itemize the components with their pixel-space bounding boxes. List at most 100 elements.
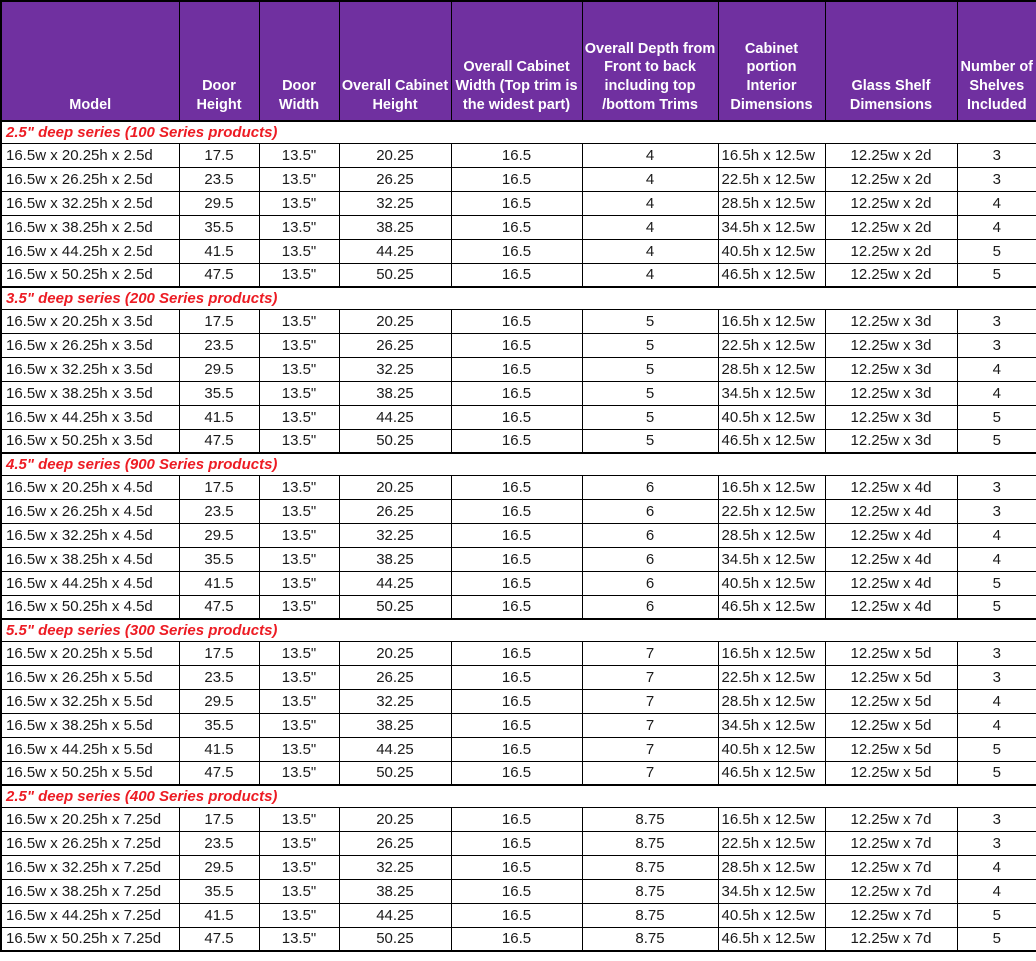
- cell: 5: [957, 263, 1036, 287]
- cell: 41.5: [179, 737, 259, 761]
- cell: 38.25: [339, 713, 451, 737]
- cell: 4: [957, 689, 1036, 713]
- table-row: 16.5w x 32.25h x 7.25d29.513.5"32.2516.5…: [1, 855, 1036, 879]
- cell: 16.5w x 26.25h x 2.5d: [1, 167, 179, 191]
- cell: 44.25: [339, 571, 451, 595]
- cell: 44.25: [339, 903, 451, 927]
- cell: 34.5h x 12.5w: [718, 547, 825, 571]
- cell: 8.75: [582, 927, 718, 951]
- cell: 16.5w x 20.25h x 3.5d: [1, 309, 179, 333]
- table-row: 16.5w x 26.25h x 5.5d23.513.5"26.2516.57…: [1, 665, 1036, 689]
- cell: 26.25: [339, 333, 451, 357]
- cell: 50.25: [339, 263, 451, 287]
- cell: 13.5": [259, 381, 339, 405]
- table-row: 16.5w x 20.25h x 3.5d17.513.5"20.2516.55…: [1, 309, 1036, 333]
- table-row: 16.5w x 32.25h x 5.5d29.513.5"32.2516.57…: [1, 689, 1036, 713]
- cell: 29.5: [179, 357, 259, 381]
- table-row: 16.5w x 32.25h x 3.5d29.513.5"32.2516.55…: [1, 357, 1036, 381]
- table-row: 16.5w x 26.25h x 3.5d23.513.5"26.2516.55…: [1, 333, 1036, 357]
- cell: 35.5: [179, 713, 259, 737]
- cell: 12.25w x 5d: [825, 761, 957, 785]
- cell: 16.5w x 26.25h x 5.5d: [1, 665, 179, 689]
- table-row: 16.5w x 50.25h x 4.5d47.513.5"50.2516.56…: [1, 595, 1036, 619]
- cell: 13.5": [259, 879, 339, 903]
- cell: 16.5: [451, 499, 582, 523]
- cell: 29.5: [179, 689, 259, 713]
- section-row: 2.5" deep series (400 Series products): [1, 785, 1036, 807]
- cell: 17.5: [179, 143, 259, 167]
- cell: 6: [582, 595, 718, 619]
- cell: 34.5h x 12.5w: [718, 215, 825, 239]
- table-header: Model Door Height Door Width Overall Cab…: [1, 1, 1036, 121]
- cell: 16.5w x 38.25h x 4.5d: [1, 547, 179, 571]
- cell: 16.5: [451, 831, 582, 855]
- cell: 17.5: [179, 309, 259, 333]
- cell: 28.5h x 12.5w: [718, 357, 825, 381]
- cell: 12.25w x 3d: [825, 357, 957, 381]
- cell: 46.5h x 12.5w: [718, 595, 825, 619]
- cell: 13.5": [259, 855, 339, 879]
- cell: 16.5: [451, 357, 582, 381]
- table-row: 16.5w x 44.25h x 4.5d41.513.5"44.2516.56…: [1, 571, 1036, 595]
- cell: 13.5": [259, 167, 339, 191]
- cell: 16.5: [451, 761, 582, 785]
- cell: 22.5h x 12.5w: [718, 333, 825, 357]
- cell: 12.25w x 2d: [825, 215, 957, 239]
- cell: 8.75: [582, 903, 718, 927]
- section-row: 4.5" deep series (900 Series products): [1, 453, 1036, 475]
- cell: 50.25: [339, 429, 451, 453]
- cell: 47.5: [179, 429, 259, 453]
- cell: 50.25: [339, 761, 451, 785]
- cell: 16.5h x 12.5w: [718, 807, 825, 831]
- cell: 32.25: [339, 689, 451, 713]
- table-body: 2.5" deep series (100 Series products)16…: [1, 121, 1036, 951]
- cell: 13.5": [259, 523, 339, 547]
- cell: 12.25w x 5d: [825, 689, 957, 713]
- cell: 16.5w x 32.25h x 7.25d: [1, 855, 179, 879]
- table-row: 16.5w x 38.25h x 3.5d35.513.5"38.2516.55…: [1, 381, 1036, 405]
- cell: 16.5: [451, 807, 582, 831]
- cell: 5: [582, 309, 718, 333]
- cell: 3: [957, 309, 1036, 333]
- cell: 23.5: [179, 831, 259, 855]
- cell: 22.5h x 12.5w: [718, 167, 825, 191]
- cabinet-spec-table: Model Door Height Door Width Overall Cab…: [0, 0, 1036, 952]
- cell: 35.5: [179, 879, 259, 903]
- cell: 16.5w x 26.25h x 4.5d: [1, 499, 179, 523]
- cell: 16.5h x 12.5w: [718, 641, 825, 665]
- cell: 16.5w x 50.25h x 5.5d: [1, 761, 179, 785]
- cell: 16.5: [451, 641, 582, 665]
- cell: 23.5: [179, 665, 259, 689]
- cell: 16.5w x 32.25h x 3.5d: [1, 357, 179, 381]
- column-header-door-height: Door Height: [179, 1, 259, 121]
- cell: 16.5h x 12.5w: [718, 143, 825, 167]
- cell: 13.5": [259, 665, 339, 689]
- cell: 13.5": [259, 475, 339, 499]
- table-row: 16.5w x 44.25h x 7.25d41.513.5"44.2516.5…: [1, 903, 1036, 927]
- cell: 17.5: [179, 641, 259, 665]
- cell: 7: [582, 713, 718, 737]
- table-row: 16.5w x 38.25h x 5.5d35.513.5"38.2516.57…: [1, 713, 1036, 737]
- cell: 38.25: [339, 215, 451, 239]
- cell: 20.25: [339, 475, 451, 499]
- cell: 16.5: [451, 571, 582, 595]
- cell: 23.5: [179, 333, 259, 357]
- cell: 12.25w x 3d: [825, 429, 957, 453]
- cell: 3: [957, 143, 1036, 167]
- cell: 44.25: [339, 405, 451, 429]
- header-row: Model Door Height Door Width Overall Cab…: [1, 1, 1036, 121]
- cell: 13.5": [259, 499, 339, 523]
- column-header-overall-cabinet-width: Overall Cabinet Width (Top trim is the w…: [451, 1, 582, 121]
- cell: 16.5: [451, 381, 582, 405]
- cell: 13.5": [259, 143, 339, 167]
- cell: 13.5": [259, 547, 339, 571]
- cell: 46.5h x 12.5w: [718, 429, 825, 453]
- cell: 16.5w x 26.25h x 3.5d: [1, 333, 179, 357]
- cell: 12.25w x 4d: [825, 571, 957, 595]
- cell: 12.25w x 5d: [825, 737, 957, 761]
- table-row: 16.5w x 20.25h x 2.5d17.513.5"20.2516.54…: [1, 143, 1036, 167]
- cell: 7: [582, 641, 718, 665]
- cell: 38.25: [339, 879, 451, 903]
- cell: 16.5w x 50.25h x 3.5d: [1, 429, 179, 453]
- cell: 4: [582, 167, 718, 191]
